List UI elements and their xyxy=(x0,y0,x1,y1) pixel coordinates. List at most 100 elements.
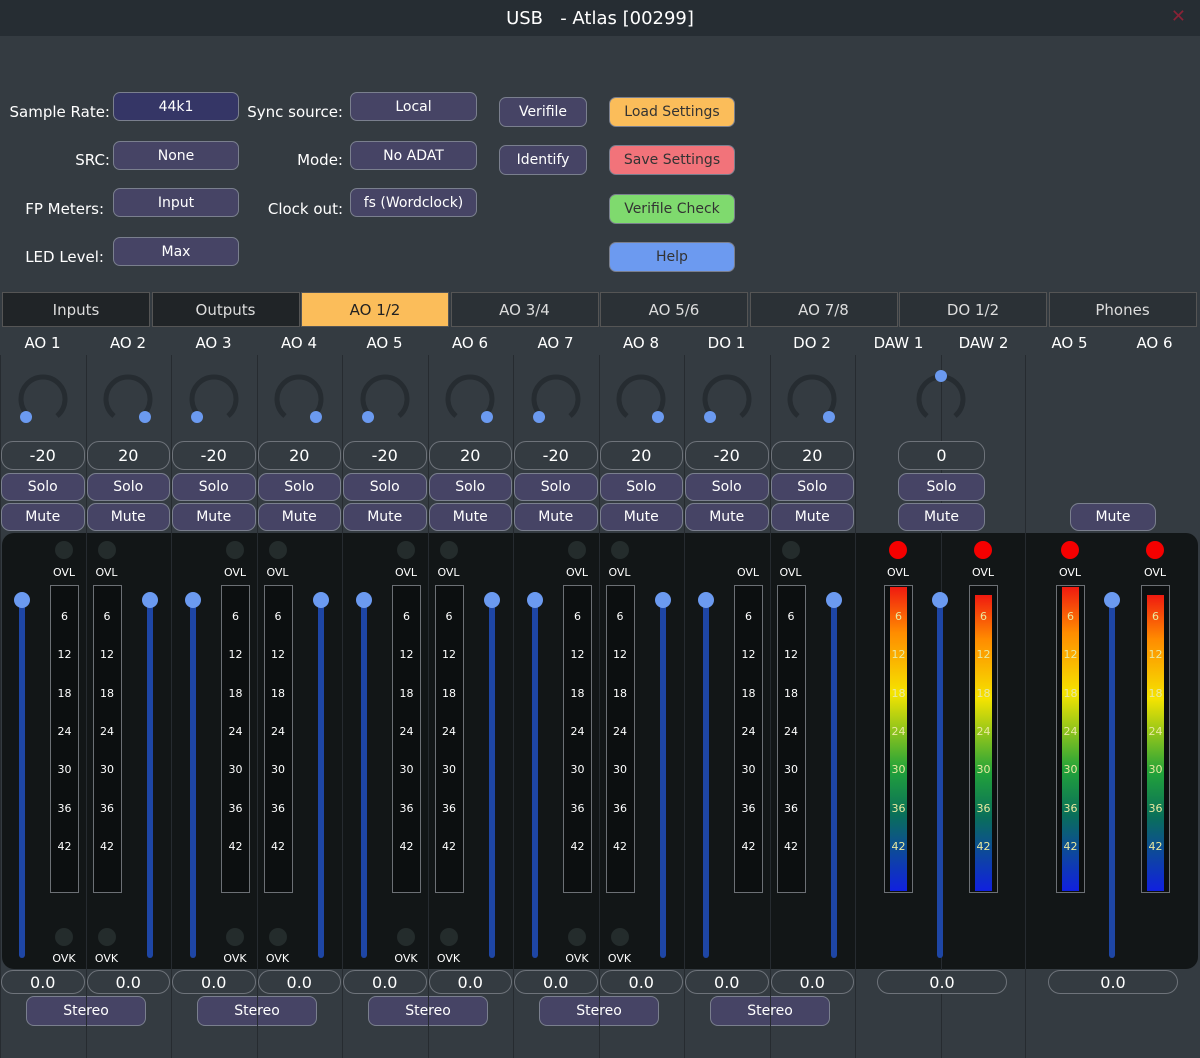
fader-thumb[interactable] xyxy=(356,592,372,608)
level-value[interactable]: 0.0 xyxy=(257,970,341,994)
tab-ao-1-2[interactable]: AO 1/2 xyxy=(301,292,449,327)
pan-knob[interactable] xyxy=(3,360,83,440)
fp-meters-button[interactable]: Input xyxy=(113,188,239,217)
pan-knob[interactable] xyxy=(345,360,425,440)
sample-rate-button[interactable]: 44k1 xyxy=(113,92,239,121)
solo-button[interactable]: Solo xyxy=(172,473,256,501)
tab-phones[interactable]: Phones xyxy=(1048,292,1197,327)
tab-ao-5-6[interactable]: AO 5/6 xyxy=(600,292,748,327)
mute-button[interactable]: Mute xyxy=(599,503,683,531)
level-value[interactable]: 0.0 xyxy=(877,970,1007,994)
solo-button[interactable]: Solo xyxy=(257,473,341,501)
fader-track[interactable] xyxy=(190,600,196,958)
pan-knob[interactable] xyxy=(259,360,339,440)
pan-knob[interactable] xyxy=(88,360,168,440)
fader-thumb[interactable] xyxy=(14,592,30,608)
tab-outputs[interactable]: Outputs xyxy=(151,292,300,327)
fader-thumb[interactable] xyxy=(932,592,948,608)
fader-thumb[interactable] xyxy=(483,592,500,608)
level-value[interactable]: 0.0 xyxy=(86,970,170,994)
level-value[interactable]: 0.0 xyxy=(1,970,85,994)
pan-knob[interactable] xyxy=(772,360,852,440)
fader-track[interactable] xyxy=(146,600,153,958)
fader-thumb[interactable] xyxy=(825,592,842,608)
solo-button[interactable]: Solo xyxy=(599,473,683,501)
fader-track[interactable] xyxy=(19,600,25,958)
pan-value[interactable]: -20 xyxy=(514,441,598,470)
identify-button[interactable]: Identify xyxy=(499,145,587,175)
solo-button[interactable]: Solo xyxy=(770,473,854,501)
level-value[interactable]: 0.0 xyxy=(770,970,854,994)
level-value[interactable]: 0.0 xyxy=(514,970,598,994)
pan-knob[interactable] xyxy=(687,360,767,440)
solo-button[interactable]: Solo xyxy=(898,473,985,501)
level-value[interactable]: 0.0 xyxy=(1048,970,1178,994)
fader-thumb[interactable] xyxy=(698,592,714,608)
fader-track[interactable] xyxy=(532,600,538,958)
solo-button[interactable]: Solo xyxy=(86,473,170,501)
sync-source-button[interactable]: Local xyxy=(350,92,477,121)
mute-button[interactable]: Mute xyxy=(257,503,341,531)
tab-ao-3-4[interactable]: AO 3/4 xyxy=(450,292,599,327)
mute-button[interactable]: Mute xyxy=(1,503,85,531)
pan-value[interactable]: -20 xyxy=(685,441,769,470)
fader-thumb[interactable] xyxy=(141,592,158,608)
fader-thumb[interactable] xyxy=(527,592,543,608)
pan-knob[interactable] xyxy=(174,360,254,440)
solo-button[interactable]: Solo xyxy=(514,473,598,501)
pan-knob[interactable] xyxy=(430,360,510,440)
tab-do-1-2[interactable]: DO 1/2 xyxy=(899,292,1047,327)
fader-thumb[interactable] xyxy=(1104,592,1120,608)
pan-knob[interactable] xyxy=(901,360,981,440)
verifile-check-button[interactable]: Verifile Check xyxy=(609,194,735,224)
fader-thumb[interactable] xyxy=(312,592,329,608)
pan-value[interactable]: 20 xyxy=(86,441,170,470)
mute-button[interactable]: Mute xyxy=(685,503,769,531)
pan-value[interactable]: 0 xyxy=(898,441,985,470)
level-value[interactable]: 0.0 xyxy=(428,970,512,994)
fader-track[interactable] xyxy=(830,600,837,958)
pan-value[interactable]: 20 xyxy=(428,441,512,470)
clock-out-button[interactable]: fs (Wordclock) xyxy=(350,188,477,217)
pan-value[interactable]: -20 xyxy=(1,441,85,470)
mute-button[interactable]: Mute xyxy=(172,503,256,531)
tab-ao-7-8[interactable]: AO 7/8 xyxy=(749,292,898,327)
pan-value[interactable]: -20 xyxy=(172,441,256,470)
mute-button[interactable]: Mute xyxy=(1070,503,1156,531)
mute-button[interactable]: Mute xyxy=(898,503,985,531)
fader-track[interactable] xyxy=(361,600,367,958)
level-value[interactable]: 0.0 xyxy=(172,970,256,994)
pan-value[interactable]: 20 xyxy=(257,441,341,470)
solo-button[interactable]: Solo xyxy=(428,473,512,501)
fader-track[interactable] xyxy=(317,600,324,958)
solo-button[interactable]: Solo xyxy=(685,473,769,501)
level-value[interactable]: 0.0 xyxy=(685,970,769,994)
mode-button[interactable]: No ADAT xyxy=(350,141,477,170)
load-settings-button[interactable]: Load Settings xyxy=(609,97,735,127)
solo-button[interactable]: Solo xyxy=(343,473,427,501)
mute-button[interactable]: Mute xyxy=(514,503,598,531)
help-button[interactable]: Help xyxy=(609,242,735,272)
pan-value[interactable]: -20 xyxy=(343,441,427,470)
level-value[interactable]: 0.0 xyxy=(343,970,427,994)
src-button[interactable]: None xyxy=(113,141,239,170)
fader-track[interactable] xyxy=(703,600,709,958)
fader-track[interactable] xyxy=(659,600,666,958)
fader-thumb[interactable] xyxy=(654,592,671,608)
tab-inputs[interactable]: Inputs xyxy=(2,292,150,327)
mute-button[interactable]: Mute xyxy=(428,503,512,531)
level-value[interactable]: 0.0 xyxy=(599,970,683,994)
pan-knob[interactable] xyxy=(601,360,681,440)
led-level-button[interactable]: Max xyxy=(113,237,239,266)
mute-button[interactable]: Mute xyxy=(86,503,170,531)
fader-track[interactable] xyxy=(488,600,495,958)
pan-value[interactable]: 20 xyxy=(599,441,683,470)
fader-track[interactable] xyxy=(1109,600,1115,958)
fader-thumb[interactable] xyxy=(185,592,201,608)
mute-button[interactable]: Mute xyxy=(343,503,427,531)
fader-track[interactable] xyxy=(937,600,943,958)
mute-button[interactable]: Mute xyxy=(770,503,854,531)
save-settings-button[interactable]: Save Settings xyxy=(609,145,735,175)
close-icon[interactable]: ✕ xyxy=(1171,6,1186,27)
pan-knob[interactable] xyxy=(516,360,596,440)
